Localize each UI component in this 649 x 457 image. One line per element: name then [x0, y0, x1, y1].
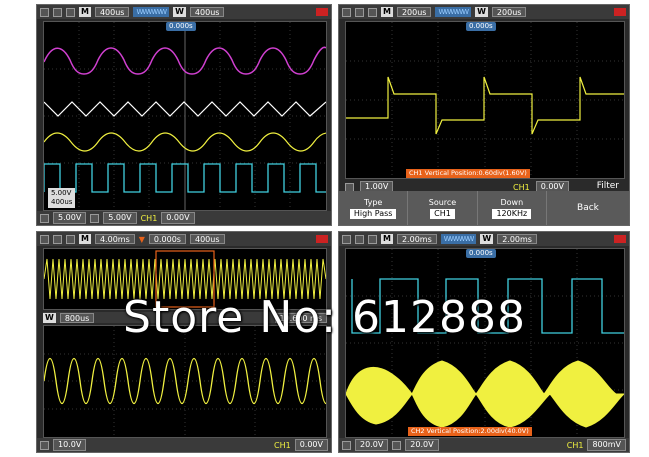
usb-icon [368, 234, 377, 244]
info-message: CH1 Vertical Position:0.60div(1.60V) [406, 169, 530, 178]
mode-tag: M [381, 234, 393, 244]
readout-box: 5.00V 400us [48, 188, 76, 208]
trigger-source: CH1 [566, 440, 584, 450]
trigger-icon [53, 234, 62, 244]
time-offset: 0.000s [466, 22, 496, 31]
record-icon [614, 235, 626, 243]
bottom-status-bar: 20.0V 20.0V CH1 800mV [339, 438, 629, 452]
filter-menu: Type High Pass Source CH1 Down 120KHz Ba… [339, 191, 629, 225]
window-value[interactable]: 2.00ms [497, 234, 537, 244]
menu-down[interactable]: Down 120KHz [478, 191, 547, 225]
ch-icon [40, 440, 49, 450]
menu-source-label: Source [428, 197, 457, 207]
trigger-source: CH1 [274, 440, 291, 450]
window-value[interactable]: 400us [189, 7, 225, 17]
waveform-plot [44, 22, 326, 210]
info-message: CH2 Vertical Position:2.00div(40.0V) [408, 427, 532, 436]
filter-menu-title: Filter [596, 181, 619, 191]
window-mode-tag: W [173, 7, 186, 17]
ch1-scale[interactable]: 5.00V [53, 212, 87, 224]
time-offset: 0.000s [466, 249, 496, 258]
menu-type-label: Type [363, 197, 383, 207]
time-offset: 0.000s [166, 22, 196, 31]
run-icon [40, 7, 49, 17]
memory-indicator: WWWWW [133, 7, 170, 17]
trigger-level[interactable]: 0.00V [294, 439, 328, 451]
back-button[interactable]: Back [547, 191, 629, 225]
waveform-screen: 0.000s CH2 Vertical Position:2.00div(40.… [345, 248, 625, 438]
ch-icon [342, 440, 351, 450]
trigger-marker-icon: ▼ [138, 234, 145, 244]
usb-icon [368, 7, 377, 17]
readout-volts: 5.00V [51, 189, 72, 197]
waveform-screen: 0.000s CH1 Vertical Position:0.60div(1.6… [345, 21, 625, 179]
mode-tag: M [79, 234, 91, 244]
trigger-level[interactable]: 0.00V [161, 212, 195, 224]
bottom-status-bar: 10.0V CH1 0.00V [37, 438, 331, 452]
timebase-value[interactable]: 200us [396, 7, 432, 17]
readout-time: 400us [51, 198, 73, 206]
usb-icon [66, 7, 75, 17]
trigger-time[interactable]: 0.000s [148, 234, 186, 244]
menu-type[interactable]: Type High Pass [339, 191, 409, 225]
usb-icon [66, 234, 75, 244]
timebase-value[interactable]: 2.00ms [396, 234, 437, 244]
window-mode-tag: W [475, 7, 488, 17]
scope-panel-2: M 200us WWWWW W 200us 0.000s CH1 Vertica… [338, 4, 630, 226]
memory-indicator: WWWWW [440, 234, 477, 244]
memory-indicator: WWWWW [435, 7, 472, 17]
timebase-value[interactable]: 400us [94, 7, 130, 17]
record-icon [316, 8, 328, 16]
ch2-icon [90, 213, 100, 223]
window-value[interactable]: 400us [189, 234, 225, 244]
timebase-value[interactable]: 4.00ms [94, 234, 135, 244]
run-icon [40, 234, 49, 244]
run-icon [342, 234, 351, 244]
trigger-icon [355, 234, 364, 244]
waveform-screen: 0.000s 5.00V 400us [43, 21, 327, 211]
mode-tag: M [381, 7, 393, 17]
menu-type-value: High Pass [349, 208, 397, 219]
menu-down-label: Down [500, 197, 524, 207]
menu-source-value: CH1 [430, 208, 455, 219]
menu-source[interactable]: Source CH1 [408, 191, 478, 225]
bottom-status-bar: 5.00V 5.00V CH1 0.00V [37, 211, 331, 225]
store-watermark: Store No: 612888 [123, 292, 526, 343]
record-icon [614, 8, 626, 16]
ch1-scale[interactable]: 10.0V [53, 439, 87, 451]
ch1-zoom-trace [44, 358, 326, 404]
ch1-scale[interactable]: 20.0V [355, 439, 389, 451]
ch-icon [40, 213, 49, 223]
ch1-trace [346, 76, 624, 135]
ch2-icon [392, 440, 402, 450]
trigger-icon [53, 7, 62, 17]
menu-down-value: 120KHz [492, 208, 532, 219]
mode-tag: M [79, 7, 91, 17]
top-status-bar: M 400us WWWWW W 400us [37, 5, 331, 19]
run-icon [342, 7, 351, 17]
top-status-bar: M 200us WWWWW W 200us [339, 5, 629, 19]
waveform-plot [346, 22, 624, 178]
trigger-level[interactable]: 800mV [587, 439, 626, 451]
window-mode-tag: W [480, 234, 494, 244]
scope-panel-1: M 400us WWWWW W 400us 0.000s 5.00V 400us… [36, 4, 332, 226]
top-status-bar: M 4.00ms ▼ 0.000s 400us [37, 232, 331, 246]
ch2-scale[interactable]: 20.0V [405, 439, 439, 451]
ch2-scale[interactable]: 5.00V [103, 212, 137, 224]
waveform-plot [346, 249, 624, 437]
trigger-icon [355, 7, 364, 17]
window-value[interactable]: 200us [491, 7, 527, 17]
top-status-bar: M 2.00ms WWWWW W 2.00ms [339, 232, 629, 246]
trigger-source: CH1 [140, 213, 158, 223]
record-icon [316, 235, 328, 243]
